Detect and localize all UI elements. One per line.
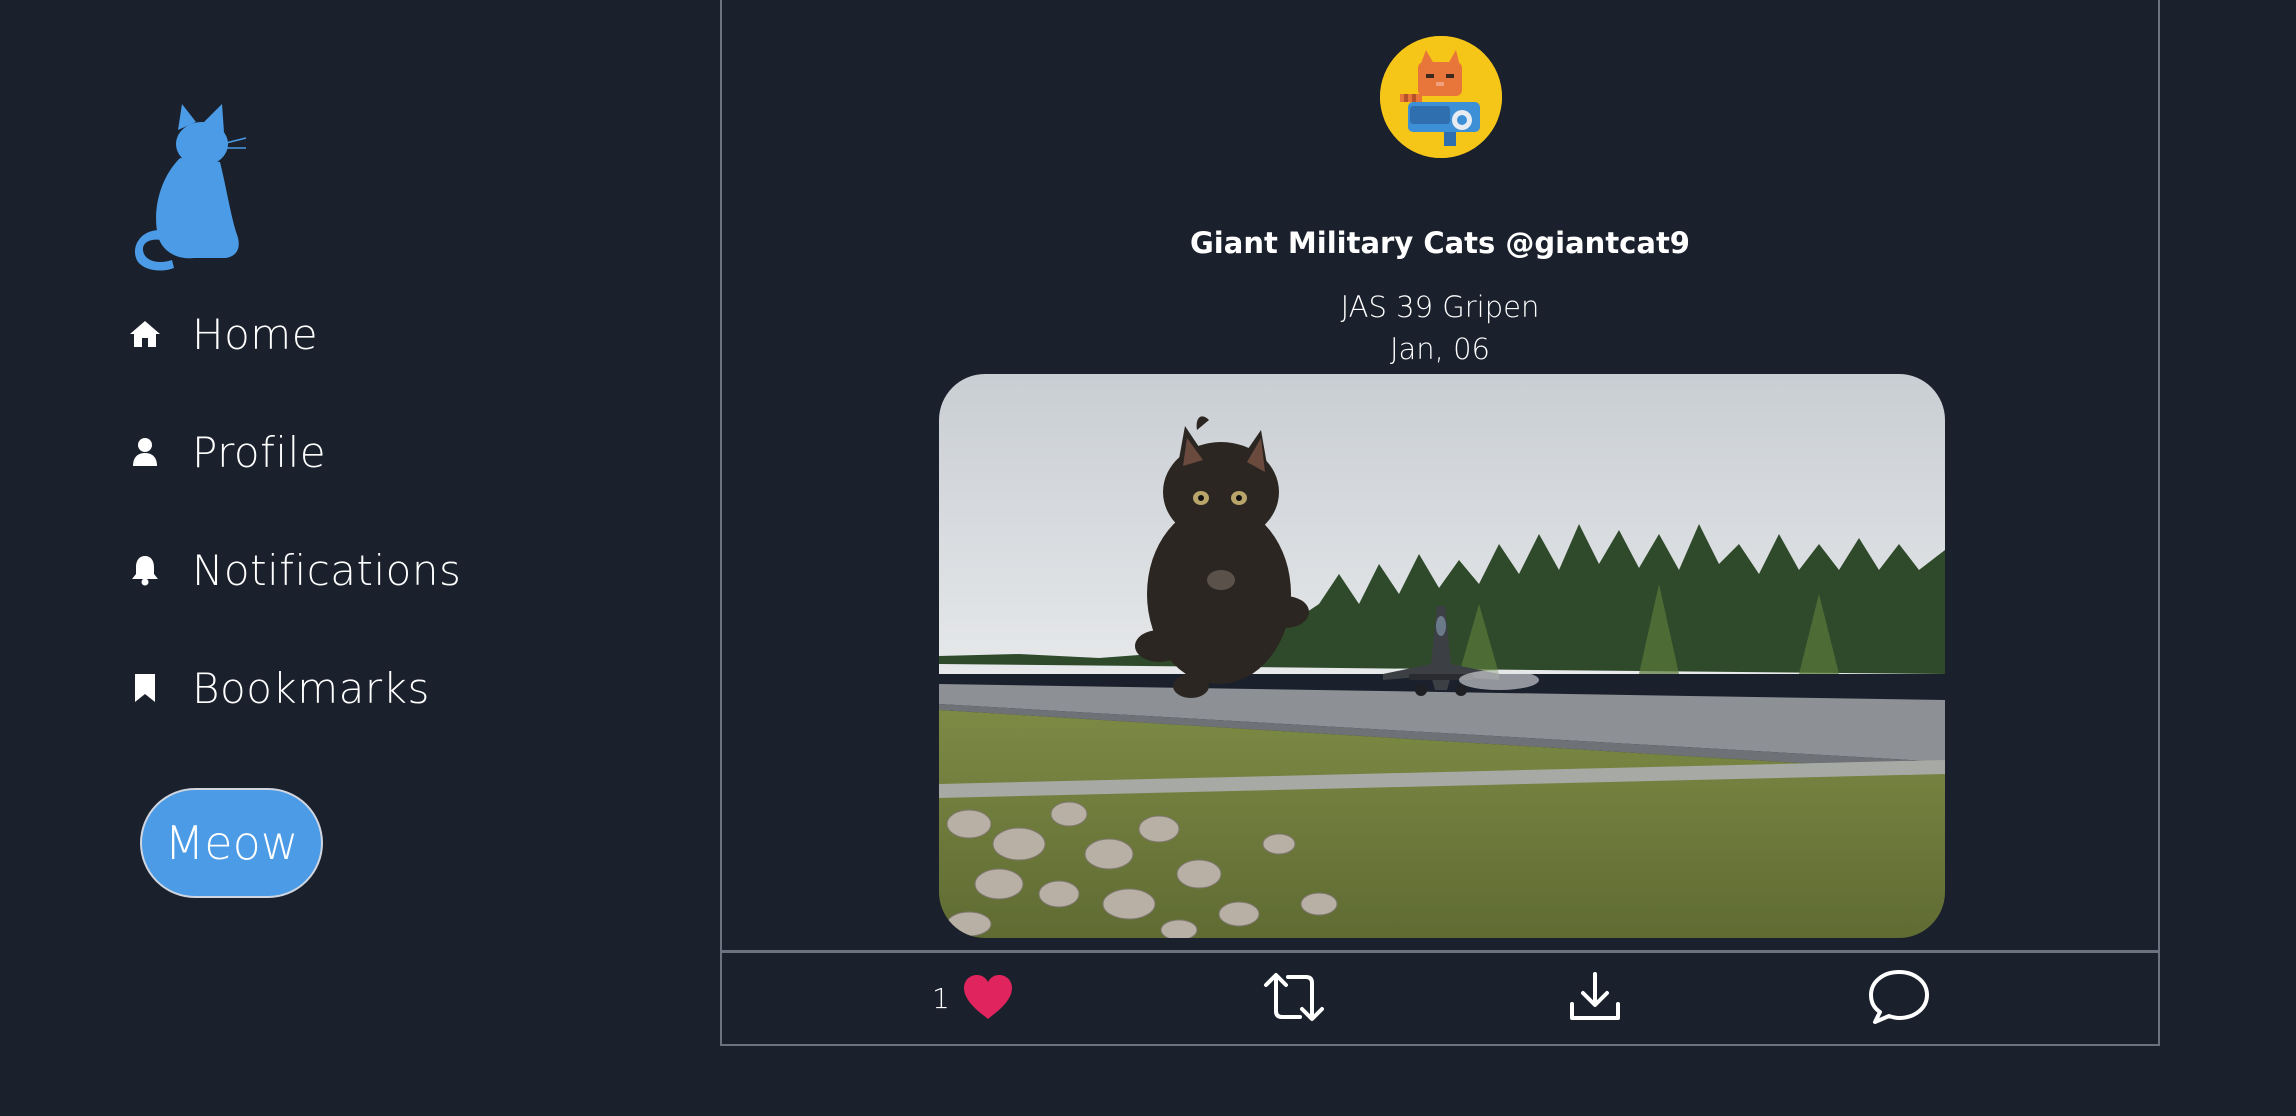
nav-profile[interactable]: Profile [126,422,326,482]
nav-notifications-label: Notifications [192,545,462,595]
user-icon [126,433,164,471]
post-date: Jan, 06 [1389,332,1491,366]
author-avatar[interactable] [1380,36,1502,158]
download-icon [1568,970,1622,1028]
like-button[interactable]: 1 [932,953,1014,1044]
post-text: JAS 39 Gripen [1340,290,1540,324]
retweet-icon [1262,971,1326,1027]
nav-home[interactable]: Home [126,304,318,364]
post-image[interactable] [939,374,1945,938]
post-author[interactable]: Giant Military Cats @giantcat9 [722,226,2158,260]
comment-icon [1867,968,1931,1030]
meow-button[interactable]: Meow [140,788,323,898]
bell-icon [126,551,164,589]
nav-bookmarks-label: Bookmarks [192,663,430,713]
nav-bookmarks[interactable]: Bookmarks [126,658,430,718]
like-count: 1 [932,982,950,1015]
nav-home-label: Home [192,309,319,359]
post-card: Giant Military Cats @giantcat9 JAS 39 Gr… [720,0,2160,952]
download-button[interactable] [1568,953,1622,1044]
home-icon [126,315,164,353]
nav-notifications[interactable]: Notifications [126,540,461,600]
sidebar: Home Profile Notifications Bookmarks Meo… [0,0,700,1116]
nav-profile-label: Profile [192,427,327,477]
retweet-button[interactable] [1262,953,1326,1044]
cat-logo-icon[interactable] [130,100,250,272]
bookmark-icon [126,669,164,707]
post-action-bar: 1 [720,951,2160,1046]
comment-button[interactable] [1867,953,1931,1044]
heart-icon [962,973,1014,1025]
